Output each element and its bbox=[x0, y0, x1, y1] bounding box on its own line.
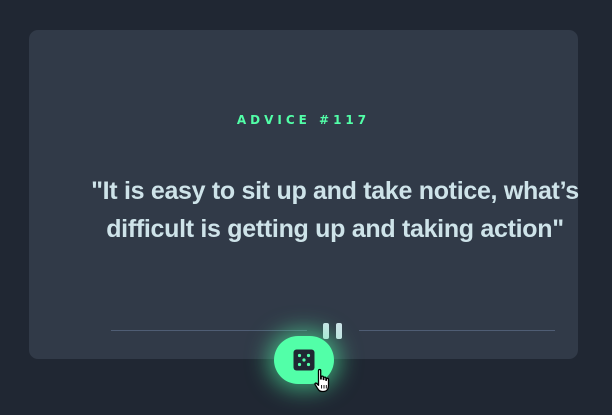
dice-icon bbox=[293, 349, 315, 371]
advice-number-label: ADVICE #117 bbox=[236, 113, 371, 127]
pause-bar-right bbox=[336, 323, 342, 339]
pause-bar-left bbox=[323, 323, 329, 339]
divider bbox=[111, 319, 555, 343]
divider-line-left bbox=[111, 330, 307, 331]
advice-page: ADVICE #117 "It is easy to sit up and ta… bbox=[0, 0, 612, 415]
pause-icon bbox=[323, 323, 343, 339]
advice-card: ADVICE #117 "It is easy to sit up and ta… bbox=[29, 30, 579, 359]
advice-quote: "It is easy to sit up and take notice, w… bbox=[91, 177, 579, 243]
divider-line-right bbox=[359, 330, 555, 331]
hand-pointer-icon bbox=[314, 368, 330, 393]
